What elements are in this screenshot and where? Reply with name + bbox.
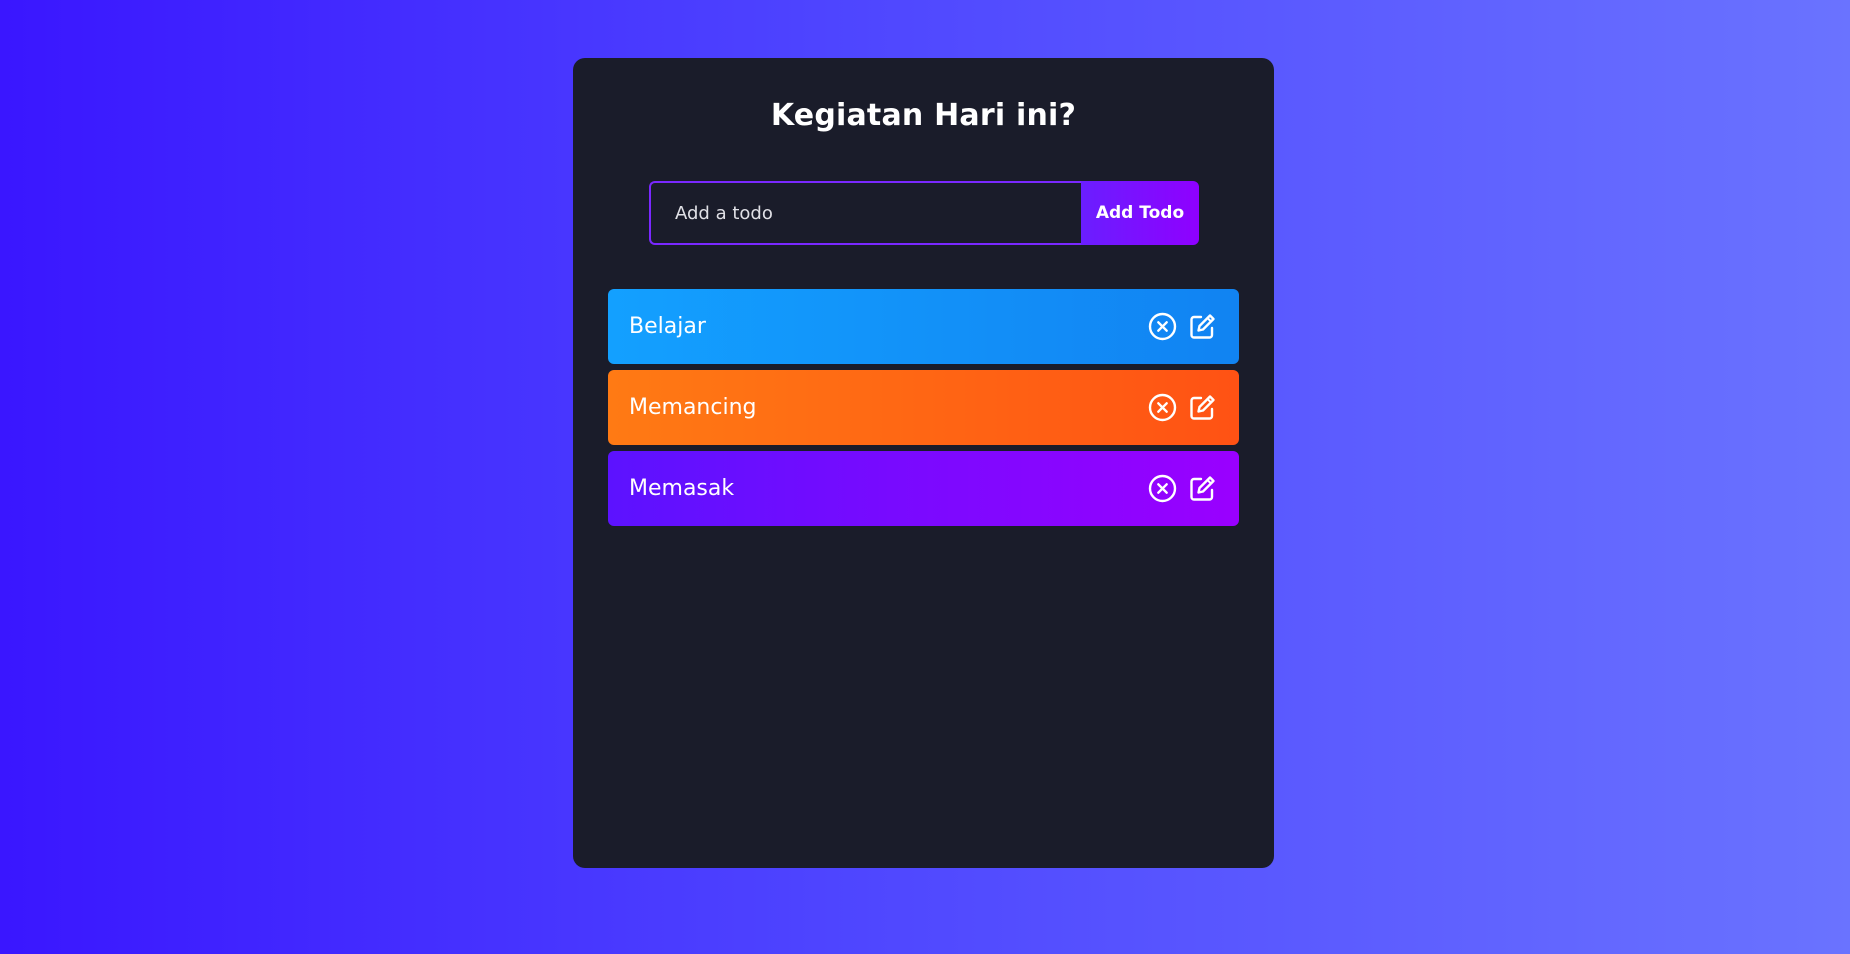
- todo-list: Belajar Memancing Memasak: [608, 289, 1239, 532]
- todo-app-panel: Kegiatan Hari ini? Add Todo Belajar: [573, 58, 1274, 868]
- circle-x-icon[interactable]: [1148, 312, 1177, 341]
- edit-icon[interactable]: [1188, 474, 1217, 503]
- page-title: Kegiatan Hari ini?: [770, 98, 1077, 133]
- todo-item-text: Memancing: [629, 395, 757, 420]
- todo-item-actions: [1148, 474, 1217, 503]
- todo-item-actions: [1148, 393, 1217, 422]
- todo-item: Belajar: [608, 289, 1239, 364]
- circle-x-icon[interactable]: [1148, 474, 1177, 503]
- circle-x-icon[interactable]: [1148, 393, 1177, 422]
- add-todo-button[interactable]: Add Todo: [1081, 181, 1199, 245]
- todo-input[interactable]: [649, 181, 1081, 245]
- todo-item-text: Belajar: [629, 314, 706, 339]
- todo-item-actions: [1148, 312, 1217, 341]
- todo-form: Add Todo: [649, 181, 1199, 245]
- todo-item-text: Memasak: [629, 476, 735, 501]
- edit-icon[interactable]: [1188, 393, 1217, 422]
- todo-item: Memancing: [608, 370, 1239, 445]
- edit-icon[interactable]: [1188, 312, 1217, 341]
- todo-item: Memasak: [608, 451, 1239, 526]
